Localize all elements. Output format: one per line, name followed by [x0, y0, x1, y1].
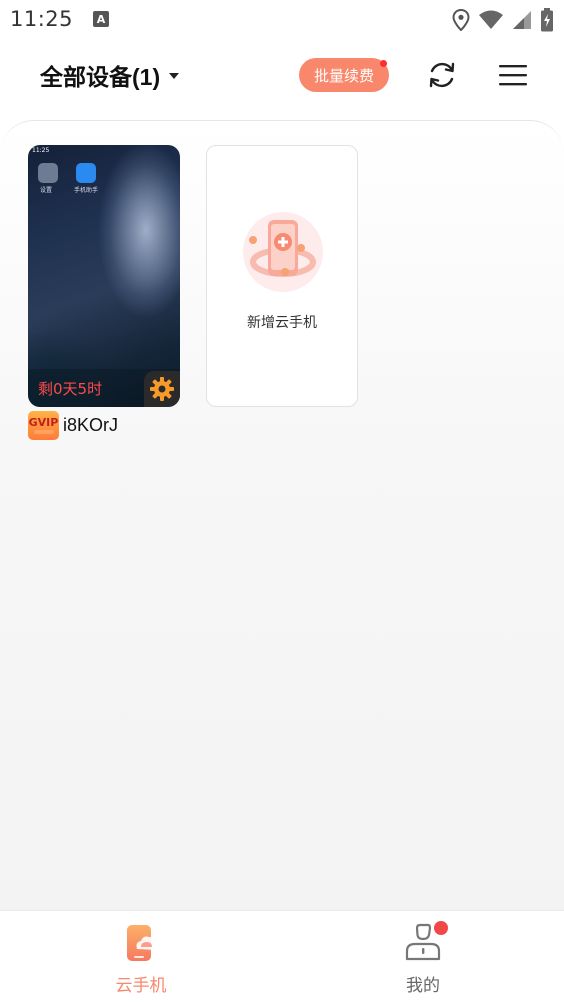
status-bar: 11:25 A — [0, 0, 564, 38]
device-filter-dropdown[interactable]: 全部设备(1) — [40, 58, 180, 92]
preview-settings-app-icon — [38, 163, 58, 183]
batch-renew-label: 批量续费 — [313, 67, 374, 85]
status-time: 11:25 — [10, 7, 74, 31]
page-title: 全部设备(1) — [40, 64, 161, 90]
remaining-time: 剩0天5时 — [38, 380, 103, 398]
location-icon — [452, 9, 470, 31]
menu-button[interactable] — [496, 59, 530, 91]
device-name-row: GVIP i8KOrJ — [28, 411, 118, 440]
bottom-nav: 云手机 我的 — [0, 910, 564, 1002]
chevron-down-icon — [169, 73, 180, 79]
nav-label-cloud-phone: 云手机 — [115, 976, 167, 996]
status-indicator-icon: A — [93, 11, 110, 27]
device-panel: 11:25 设置 手机助手 剩0天5时 GVIP i8KOrJ 新增云手机 — [0, 120, 564, 910]
preview-app-label: 设置 — [40, 187, 53, 194]
wifi-icon — [479, 10, 503, 29]
gear-icon — [150, 377, 174, 401]
profile-notification-dot — [434, 921, 448, 935]
device-preview-time: 11:25 — [32, 147, 50, 154]
preview-assistant-app-icon — [76, 163, 96, 183]
menu-icon — [499, 65, 527, 86]
vip-badge-label: GVIP — [28, 416, 59, 429]
refresh-icon — [429, 62, 455, 88]
signal-icon — [513, 11, 531, 29]
device-card[interactable]: 11:25 设置 手机助手 剩0天5时 — [28, 145, 180, 407]
add-cloud-phone-card[interactable]: 新增云手机 — [206, 145, 358, 407]
refresh-button[interactable] — [424, 57, 460, 93]
battery-charging-icon — [541, 8, 553, 32]
status-icons — [452, 8, 554, 32]
nav-label-profile: 我的 — [406, 976, 440, 996]
nav-item-cloud-phone[interactable]: 云手机 — [0, 911, 282, 1002]
preview-app-label: 手机助手 — [74, 187, 99, 194]
notification-dot — [380, 60, 387, 67]
device-settings-button[interactable] — [144, 371, 180, 407]
header: 全部设备(1) 批量续费 — [0, 38, 564, 112]
nav-item-profile[interactable]: 我的 — [282, 911, 564, 1002]
vip-badge-stripe — [33, 430, 54, 434]
batch-renew-button[interactable]: 批量续费 — [299, 58, 389, 92]
device-name: i8KOrJ — [63, 415, 119, 435]
add-phone-icon — [243, 212, 323, 292]
cloud-phone-icon — [127, 925, 158, 961]
add-cloud-phone-label: 新增云手机 — [247, 315, 317, 331]
vip-badge: GVIP — [28, 411, 59, 440]
